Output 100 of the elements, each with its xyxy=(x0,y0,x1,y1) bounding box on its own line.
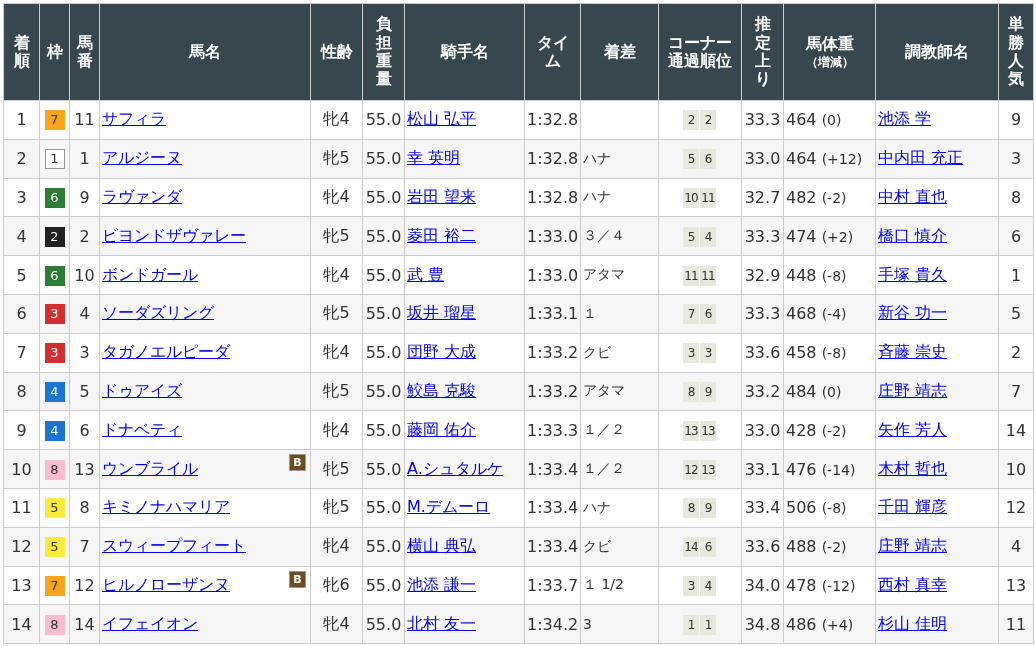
horse-name-link[interactable]: サフィラ xyxy=(102,109,166,129)
finish-time: 1:33.0 xyxy=(524,255,581,295)
last-3f-time: 33.3 xyxy=(741,216,784,256)
win-popularity: 13 xyxy=(998,566,1034,605)
body-weight: 448 xyxy=(786,265,817,285)
margin: ３／４ xyxy=(580,216,659,256)
finish-rank: 4 xyxy=(3,216,40,256)
weight-change: (+2) xyxy=(821,228,854,245)
body-weight: 464 xyxy=(786,110,817,130)
frame-number-badge: 4 xyxy=(44,420,65,441)
sex-age: 牝4 xyxy=(310,333,363,373)
frame-number-badge: 7 xyxy=(44,110,65,131)
body-weight: 478 xyxy=(786,575,817,595)
corner-position: 13 xyxy=(683,420,699,441)
finish-time: 1:33.4 xyxy=(524,527,581,567)
finish-time: 1:33.2 xyxy=(524,333,581,373)
frame-number-badge: 6 xyxy=(44,265,65,286)
corner-position: 1 xyxy=(683,614,699,635)
corner-position: 14 xyxy=(683,537,699,558)
body-weight: 458 xyxy=(786,343,817,363)
corner-position: 6 xyxy=(700,537,716,558)
body-weight: 486 xyxy=(786,614,817,634)
weight-carried: 55.0 xyxy=(362,527,405,567)
finish-rank: 3 xyxy=(3,178,40,217)
finish-time: 1:33.7 xyxy=(524,566,581,605)
weight-carried: 55.0 xyxy=(362,100,405,140)
column-header: 着順 xyxy=(13,33,30,71)
margin: １／２ xyxy=(580,449,659,489)
corner-position: 4 xyxy=(700,226,716,247)
corner-position: 11 xyxy=(700,265,716,286)
finish-rank: 10 xyxy=(3,449,40,489)
last-3f-time: 33.0 xyxy=(741,410,784,450)
corner-position: 12 xyxy=(683,459,699,480)
win-popularity: 2 xyxy=(998,333,1034,373)
finish-rank: 5 xyxy=(3,255,40,295)
weight-change: (-2) xyxy=(821,539,847,556)
margin: １ 1/2 xyxy=(580,566,659,605)
corner-position: 13 xyxy=(700,420,716,441)
body-weight: 474 xyxy=(786,226,817,246)
column-header: 馬番 xyxy=(76,33,93,71)
weight-carried: 55.0 xyxy=(362,372,405,411)
frame-number-badge: 2 xyxy=(44,226,65,247)
sex-age: 牝5 xyxy=(310,488,363,528)
body-weight: 428 xyxy=(786,420,817,440)
corner-position: 6 xyxy=(700,304,716,325)
sex-age: 牝4 xyxy=(310,178,363,217)
weight-change: (-2) xyxy=(821,190,847,206)
frame-number-badge: 4 xyxy=(44,381,65,402)
column-header: 枠 xyxy=(46,43,63,62)
corner-position: 11 xyxy=(683,265,699,286)
frame-number-badge: 3 xyxy=(44,304,65,325)
sex-age: 牝4 xyxy=(310,410,363,450)
weight-carried: 55.0 xyxy=(362,604,405,644)
weight-change: (0) xyxy=(821,112,842,129)
frame-number-badge: 5 xyxy=(44,498,65,519)
weight-change: (-8) xyxy=(821,345,847,362)
column-header: タイム xyxy=(536,33,569,71)
last-3f-time: 33.6 xyxy=(741,333,784,373)
corner-position: 8 xyxy=(683,381,699,402)
last-3f-time: 33.6 xyxy=(741,527,784,567)
margin: ハナ xyxy=(580,139,659,179)
last-3f-time: 32.7 xyxy=(741,178,784,217)
jockey-link[interactable]: 武 豊 xyxy=(407,264,445,284)
last-3f-time: 34.8 xyxy=(741,604,784,644)
corner-position: 2 xyxy=(683,110,699,131)
sex-age: 牝5 xyxy=(310,449,363,489)
finish-time: 1:34.2 xyxy=(524,604,581,644)
column-subheader: （増減） xyxy=(804,53,855,71)
finish-rank: 6 xyxy=(3,294,40,334)
horse-name-link[interactable]: ウンブライル xyxy=(102,458,198,478)
last-3f-time: 34.0 xyxy=(741,566,784,605)
finish-rank: 11 xyxy=(3,488,40,528)
horse-name-link[interactable]: ラヴァンダ xyxy=(102,187,182,206)
corner-position: 13 xyxy=(700,459,716,480)
horse-number: 12 xyxy=(69,566,100,605)
blinker-badge: B xyxy=(289,454,306,472)
body-weight: 506 xyxy=(786,498,817,518)
horse-name-link[interactable]: ドゥアイズ xyxy=(102,380,182,400)
margin: アタマ xyxy=(580,372,659,411)
sex-age: 牝4 xyxy=(310,604,363,644)
finish-rank: 12 xyxy=(3,527,40,567)
column-header: 単勝人気 xyxy=(1008,15,1024,89)
finish-rank: 14 xyxy=(3,604,40,644)
win-popularity: 8 xyxy=(998,178,1034,217)
sex-age: 牝4 xyxy=(310,255,363,295)
weight-change: (-8) xyxy=(821,500,847,517)
corner-position: 5 xyxy=(683,226,699,247)
horse-name-link[interactable]: ヒルノローザンヌ xyxy=(102,574,230,594)
weight-change: (-14) xyxy=(821,461,856,478)
horse-name-link[interactable]: ドナベティ xyxy=(102,419,182,439)
finish-time: 1:33.2 xyxy=(524,372,581,411)
finish-time: 1:33.1 xyxy=(524,294,581,334)
margin: ハナ xyxy=(580,488,659,528)
margin: 3 xyxy=(580,604,659,644)
last-3f-time: 32.9 xyxy=(741,255,784,295)
corner-position: 4 xyxy=(700,575,716,596)
horse-name-link[interactable]: アルジーヌ xyxy=(102,148,182,168)
margin: ハナ xyxy=(580,178,659,217)
column-header: 馬名 xyxy=(189,42,221,62)
column-header: 調教師名 xyxy=(905,42,969,62)
